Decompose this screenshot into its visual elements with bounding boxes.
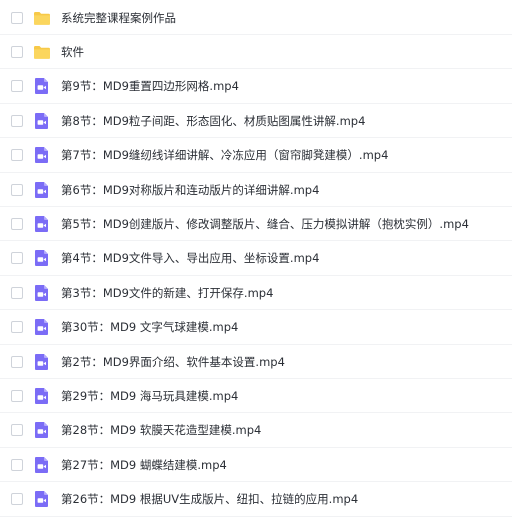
video-file-icon bbox=[33, 146, 51, 164]
video-file-icon bbox=[33, 456, 51, 474]
row-checkbox[interactable] bbox=[11, 286, 23, 299]
file-name[interactable]: 第29节：MD9 海马玩具建模.mp4 bbox=[61, 388, 238, 404]
row-checkbox[interactable] bbox=[11, 458, 23, 471]
video-file-icon bbox=[33, 249, 51, 267]
folder-icon bbox=[33, 9, 51, 27]
file-name[interactable]: 第7节：MD9缝纫线详细讲解、冷冻应用（窗帘脚凳建模）.mp4 bbox=[61, 147, 388, 163]
video-file-icon bbox=[33, 353, 51, 371]
file-name[interactable]: 第26节：MD9 根据UV生成版片、纽扣、拉链的应用.mp4 bbox=[61, 491, 358, 507]
file-name[interactable]: 第3节：MD9文件的新建、打开保存.mp4 bbox=[61, 285, 273, 301]
file-row[interactable]: 第30节：MD9 文字气球建模.mp4 bbox=[0, 311, 512, 345]
row-checkbox[interactable] bbox=[11, 11, 23, 24]
file-list: 系统完整课程案例作品 软件第9节：MD9重置四边形网格.mp4 第8节：MD9粒子间… bbox=[0, 0, 512, 517]
video-file-icon bbox=[33, 215, 51, 233]
file-name[interactable]: 第27节：MD9 蝴蝶结建模.mp4 bbox=[61, 457, 227, 473]
file-row[interactable]: 第3节：MD9文件的新建、打开保存.mp4 bbox=[0, 276, 512, 311]
video-file-icon bbox=[33, 112, 51, 130]
file-row[interactable]: 第7节：MD9缝纫线详细讲解、冷冻应用（窗帘脚凳建模）.mp4 bbox=[0, 139, 512, 173]
video-file-icon bbox=[33, 181, 51, 199]
file-name[interactable]: 第5节：MD9创建版片、修改调整版片、缝合、压力模拟讲解（抱枕实例）.mp4 bbox=[61, 216, 469, 232]
file-row[interactable]: 第28节：MD9 软膜天花造型建模.mp4 bbox=[0, 414, 512, 448]
file-name[interactable]: 系统完整课程案例作品 bbox=[61, 10, 176, 26]
row-checkbox[interactable] bbox=[11, 149, 23, 162]
row-checkbox[interactable] bbox=[11, 424, 23, 437]
file-row[interactable]: 第2节：MD9界面介绍、软件基本设置.mp4 bbox=[0, 345, 512, 379]
file-row[interactable]: 第29节：MD9 海马玩具建模.mp4 bbox=[0, 379, 512, 414]
file-name[interactable]: 第2节：MD9界面介绍、软件基本设置.mp4 bbox=[61, 354, 285, 370]
row-checkbox[interactable] bbox=[11, 114, 23, 127]
file-row[interactable]: 第27节：MD9 蝴蝶结建模.mp4 bbox=[0, 448, 512, 483]
file-name[interactable]: 第30节：MD9 文字气球建模.mp4 bbox=[61, 319, 238, 335]
file-row[interactable]: 第4节：MD9文件导入、导出应用、坐标设置.mp4 bbox=[0, 242, 512, 276]
row-checkbox[interactable] bbox=[11, 355, 23, 368]
row-checkbox[interactable] bbox=[11, 389, 23, 402]
video-file-icon bbox=[33, 284, 51, 302]
row-checkbox[interactable] bbox=[11, 183, 23, 196]
file-name[interactable]: 第4节：MD9文件导入、导出应用、坐标设置.mp4 bbox=[61, 250, 319, 266]
folder-icon bbox=[33, 43, 51, 61]
file-row[interactable]: 第26节：MD9 根据UV生成版片、纽扣、拉链的应用.mp4 bbox=[0, 483, 512, 517]
file-name[interactable]: 第6节：MD9对称版片和连动版片的详细讲解.mp4 bbox=[61, 182, 319, 198]
folder-row[interactable]: 软件 bbox=[0, 35, 512, 70]
file-name[interactable]: 软件 bbox=[61, 44, 84, 60]
file-row[interactable]: 第6节：MD9对称版片和连动版片的详细讲解.mp4 bbox=[0, 173, 512, 207]
file-row[interactable]: 第8节：MD9粒子间距、形态固化、材质贴图属性讲解.mp4 bbox=[0, 104, 512, 139]
file-row[interactable]: 第9节：MD9重置四边形网格.mp4 bbox=[0, 70, 512, 104]
video-file-icon bbox=[33, 387, 51, 405]
row-checkbox[interactable] bbox=[11, 321, 23, 334]
file-name[interactable]: 第8节：MD9粒子间距、形态固化、材质贴图属性讲解.mp4 bbox=[61, 113, 365, 129]
row-checkbox[interactable] bbox=[11, 45, 23, 58]
folder-row[interactable]: 系统完整课程案例作品 bbox=[0, 1, 512, 35]
file-row[interactable]: 第5节：MD9创建版片、修改调整版片、缝合、压力模拟讲解（抱枕实例）.mp4 bbox=[0, 207, 512, 242]
row-checkbox[interactable] bbox=[11, 493, 23, 506]
video-file-icon bbox=[33, 490, 51, 508]
row-checkbox[interactable] bbox=[11, 80, 23, 93]
row-checkbox[interactable] bbox=[11, 252, 23, 265]
row-checkbox[interactable] bbox=[11, 217, 23, 230]
video-file-icon bbox=[33, 421, 51, 439]
file-name[interactable]: 第9节：MD9重置四边形网格.mp4 bbox=[61, 78, 239, 94]
video-file-icon bbox=[33, 318, 51, 336]
video-file-icon bbox=[33, 77, 51, 95]
file-name[interactable]: 第28节：MD9 软膜天花造型建模.mp4 bbox=[61, 422, 261, 438]
